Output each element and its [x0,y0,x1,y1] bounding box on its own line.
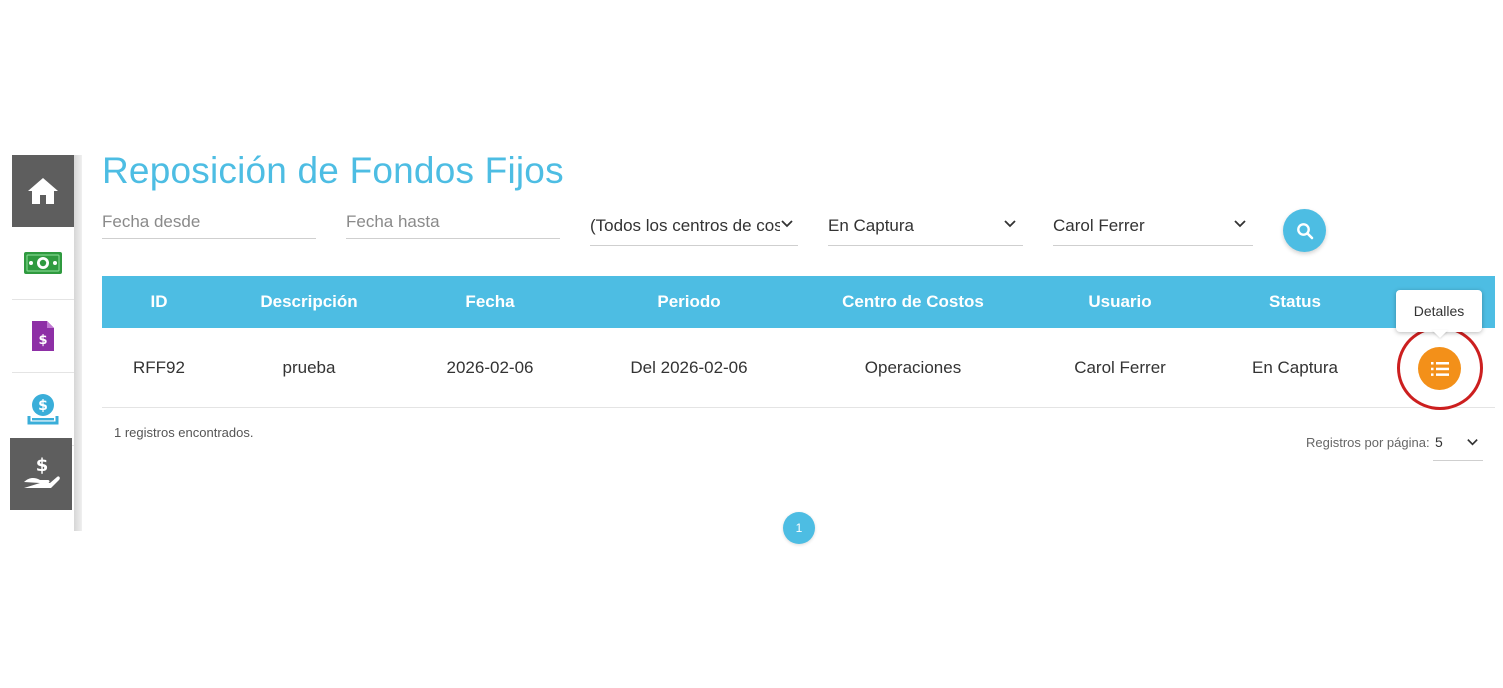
date-from-field[interactable] [102,208,316,239]
column-header-descripcion: Descripción [260,292,358,311]
page-title: Reposición de Fondos Fijos [102,150,564,191]
column-header-status: Status [1269,292,1321,311]
svg-text:$: $ [38,398,48,414]
cell-status: En Captura [1252,358,1338,377]
table-row[interactable]: RFF92 prueba 2026-02-06 Del 2026-02-06 O… [102,328,1495,408]
cost-center-select[interactable]: (Todos los centros de costos) [590,212,798,246]
sidebar-item-invoice[interactable]: $ [12,300,74,373]
sidebar-item-home[interactable] [12,155,74,227]
column-header-centro-costos: Centro de Costos [842,292,984,311]
hand-dollar-icon: $ [24,455,60,488]
status-selected-value: En Captura [828,216,914,235]
table-header: ID Descripción Fecha Periodo Centro de C… [102,276,1495,328]
pagination-page-1[interactable]: 1 [783,512,815,544]
chevron-down-icon [1467,439,1478,446]
date-to-field[interactable] [346,208,560,239]
svg-text:$: $ [36,455,49,476]
invoice-icon: $ [32,321,54,351]
chevron-down-icon [1004,220,1016,228]
column-header-usuario: Usuario [1088,292,1152,311]
sidebar-item-money[interactable] [12,227,74,300]
status-select[interactable]: En Captura [828,212,1023,246]
chevron-down-icon [1234,220,1246,228]
cell-usuario: Carol Ferrer [1074,358,1166,377]
per-page-select[interactable]: 5 [1433,430,1483,461]
cell-periodo: Del 2026-02-06 [630,358,748,377]
cell-fecha: 2026-02-06 [446,358,534,377]
search-icon [1296,222,1313,239]
search-button[interactable] [1283,209,1326,252]
highlight-circle [1397,326,1483,410]
records-count: 1 registros encontrados. [114,425,254,440]
cell-centro-costos: Operaciones [864,358,962,377]
chevron-down-icon [781,220,793,228]
date-from-input[interactable] [102,208,316,236]
column-header-periodo: Periodo [657,292,721,311]
money-bill-icon [24,252,62,274]
user-selected-value: Carol Ferrer [1053,216,1145,235]
details-tooltip: Detalles [1396,290,1482,332]
coin-deposit-icon: $ [27,394,59,425]
column-header-fecha: Fecha [465,292,515,311]
sidebar-item-reposicion[interactable]: $ [10,438,72,510]
cost-center-selected-value: (Todos los centros de costos) [590,216,780,235]
sidebar-shadow [74,155,82,531]
svg-text:$: $ [38,333,47,348]
per-page-label: Registros por página: [1306,435,1430,450]
sidebar-item-deposit[interactable]: $ [12,373,74,446]
tooltip-arrow [1432,330,1448,338]
sidebar: $ $ $ [10,155,74,531]
cell-id: RFF92 [133,358,185,377]
date-to-input[interactable] [346,208,560,236]
per-page-value: 5 [1435,434,1443,450]
home-icon [28,178,58,204]
column-header-id: ID [150,292,168,311]
user-select[interactable]: Carol Ferrer [1053,212,1253,246]
cell-descripcion: prueba [282,358,336,377]
